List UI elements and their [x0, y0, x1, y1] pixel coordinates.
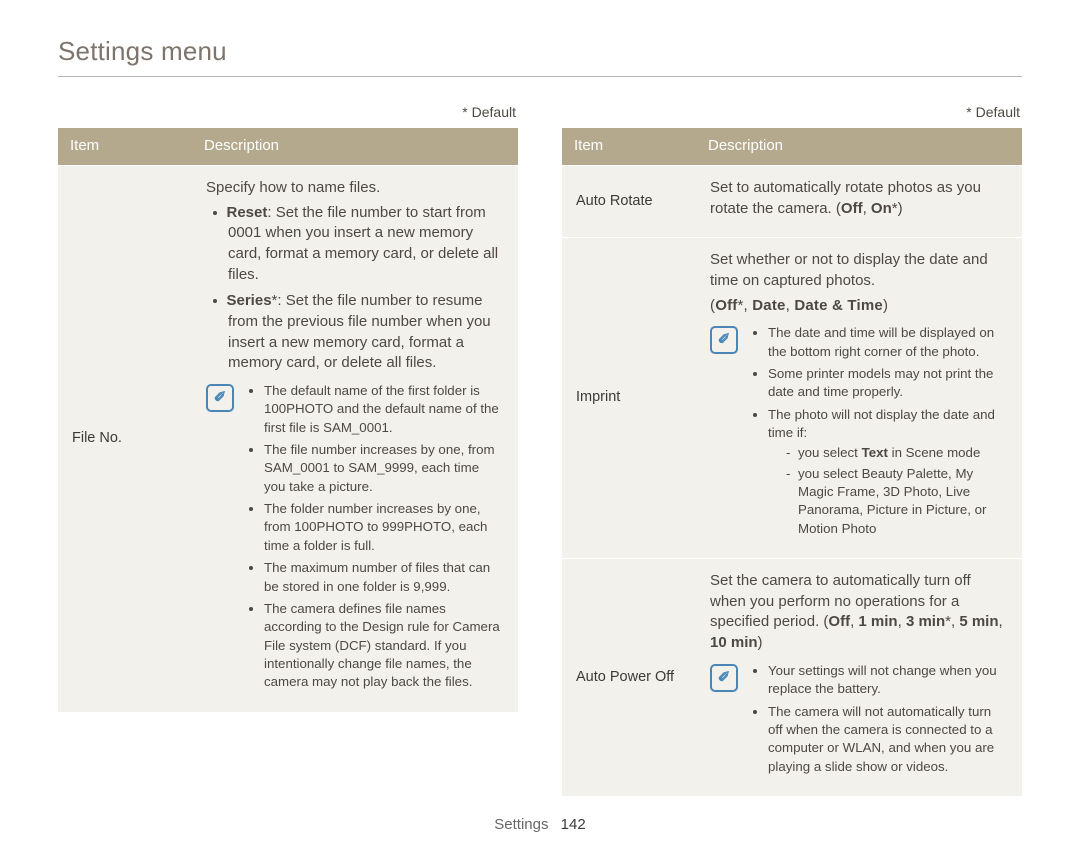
imprint-note-if: The photo will not display the date and …	[768, 407, 995, 440]
footer-label: Settings	[494, 816, 548, 833]
file-no-notes: The default name of the first folder is …	[246, 382, 504, 692]
table-row: File No. Specify how to name files. Rese…	[58, 165, 518, 711]
note-block: ✐ The date and time will be displayed on…	[710, 324, 1008, 542]
page-footer: Settings 142	[0, 815, 1080, 836]
list-item: The camera defines file names according …	[264, 600, 504, 692]
close-paren: )	[883, 297, 888, 314]
description-imprint: Set whether or not to display the date a…	[696, 238, 1022, 559]
imprint-dash-list: you select Text in Scene mode you select…	[768, 444, 1008, 538]
list-item: Reset: Set the file number to start from…	[228, 203, 504, 286]
mode-reset-label: Reset	[227, 204, 268, 221]
file-no-summary: Specify how to name files.	[206, 178, 504, 199]
item-label-file-no: File No.	[58, 165, 192, 711]
list-item: The camera will not automatically turn o…	[768, 703, 1008, 776]
list-item: The default name of the first folder is …	[264, 382, 504, 437]
opt-off-star: *	[737, 297, 743, 314]
description-auto-rotate: Set to automatically rotate photos as yo…	[696, 165, 1022, 237]
item-label-auto-rotate: Auto Rotate	[562, 165, 696, 237]
table-row: Imprint Set whether or not to display th…	[562, 238, 1022, 559]
table-row: Auto Power Off Set the camera to automat…	[562, 559, 1022, 796]
list-item: The maximum number of files that can be …	[264, 559, 504, 596]
list-item: The folder number increases by one, from…	[264, 500, 504, 555]
list-item: The photo will not display the date and …	[768, 406, 1008, 538]
opt-10min: 10 min	[710, 634, 758, 651]
note-block: ✐ Your settings will not change when you…	[710, 662, 1008, 780]
opt-on: On	[871, 200, 892, 217]
opt-off: Off	[841, 200, 863, 217]
opt-date: Date	[752, 297, 785, 314]
manual-page: Settings menu * Default Item Description…	[0, 0, 1080, 856]
note-icon: ✐	[710, 664, 738, 692]
list-item: The date and time will be displayed on t…	[768, 324, 1008, 361]
left-column: * Default Item Description File No. Spec…	[58, 103, 518, 796]
note-block: ✐ The default name of the first folder i…	[206, 382, 504, 696]
list-item: The file number increases by one, from S…	[264, 441, 504, 496]
dash-bold: Text	[862, 445, 888, 460]
auto-power-off-text: Set the camera to automatically turn off…	[710, 571, 1008, 654]
note-body: Your settings will not change when you r…	[750, 662, 1008, 780]
dash-pre: you select	[798, 445, 862, 460]
opt-3min-star: *	[945, 613, 951, 630]
settings-table-left: Item Description File No. Specify how to…	[58, 128, 518, 711]
imprint-options: (Off*, Date, Date & Time)	[710, 296, 1008, 317]
two-column-layout: * Default Item Description File No. Spec…	[58, 103, 1022, 796]
description-auto-power-off: Set the camera to automatically turn off…	[696, 559, 1022, 796]
col-header-description: Description	[192, 128, 518, 165]
opt-5min: 5 min	[959, 613, 998, 630]
file-no-modes: Reset: Set the file number to start from…	[206, 203, 504, 375]
opt-1min: 1 min	[858, 613, 897, 630]
mode-series-label: Series	[227, 292, 272, 309]
close-paren: )	[898, 200, 903, 217]
close-paren: )	[758, 634, 763, 651]
note-icon: ✐	[206, 384, 234, 412]
col-header-item: Item	[562, 128, 696, 165]
imprint-line1: Set whether or not to display the date a…	[710, 250, 1008, 291]
item-label-auto-power-off: Auto Power Off	[562, 559, 696, 796]
note-body: The date and time will be displayed on t…	[750, 324, 1008, 542]
opt-off: Off	[715, 297, 737, 314]
description-file-no: Specify how to name files. Reset: Set th…	[192, 165, 518, 711]
auto-power-off-notes: Your settings will not change when you r…	[750, 662, 1008, 776]
title-rule	[58, 76, 1022, 77]
section-title: Settings menu	[58, 34, 1022, 70]
opt-date-time: Date & Time	[794, 297, 883, 314]
dash-pre: you select Beauty Palette, My Magic Fram…	[798, 466, 986, 536]
settings-table-right: Item Description Auto Rotate Set to auto…	[562, 128, 1022, 796]
note-icon: ✐	[710, 326, 738, 354]
list-item: Series*: Set the file number to resume f…	[228, 291, 504, 374]
imprint-notes: The date and time will be displayed on t…	[750, 324, 1008, 538]
list-item: Some printer models may not print the da…	[768, 365, 1008, 402]
right-column: * Default Item Description Auto Rotate S…	[562, 103, 1022, 796]
default-note: * Default	[58, 103, 516, 122]
col-header-description: Description	[696, 128, 1022, 165]
opt-3min: 3 min	[906, 613, 945, 630]
dash-post: in Scene mode	[888, 445, 980, 460]
table-row: Auto Rotate Set to automatically rotate …	[562, 165, 1022, 237]
footer-page-number: 142	[561, 816, 586, 833]
note-body: The default name of the first folder is …	[246, 382, 504, 696]
list-item: you select Text in Scene mode	[786, 444, 1008, 462]
opt-off: Off	[828, 613, 850, 630]
default-note: * Default	[562, 103, 1020, 122]
auto-rotate-text: Set to automatically rotate photos as yo…	[710, 178, 1008, 219]
list-item: Your settings will not change when you r…	[768, 662, 1008, 699]
col-header-item: Item	[58, 128, 192, 165]
item-label-imprint: Imprint	[562, 238, 696, 559]
mode-reset-text: : Set the file number to start from 0001…	[228, 204, 498, 283]
list-item: you select Beauty Palette, My Magic Fram…	[786, 465, 1008, 538]
